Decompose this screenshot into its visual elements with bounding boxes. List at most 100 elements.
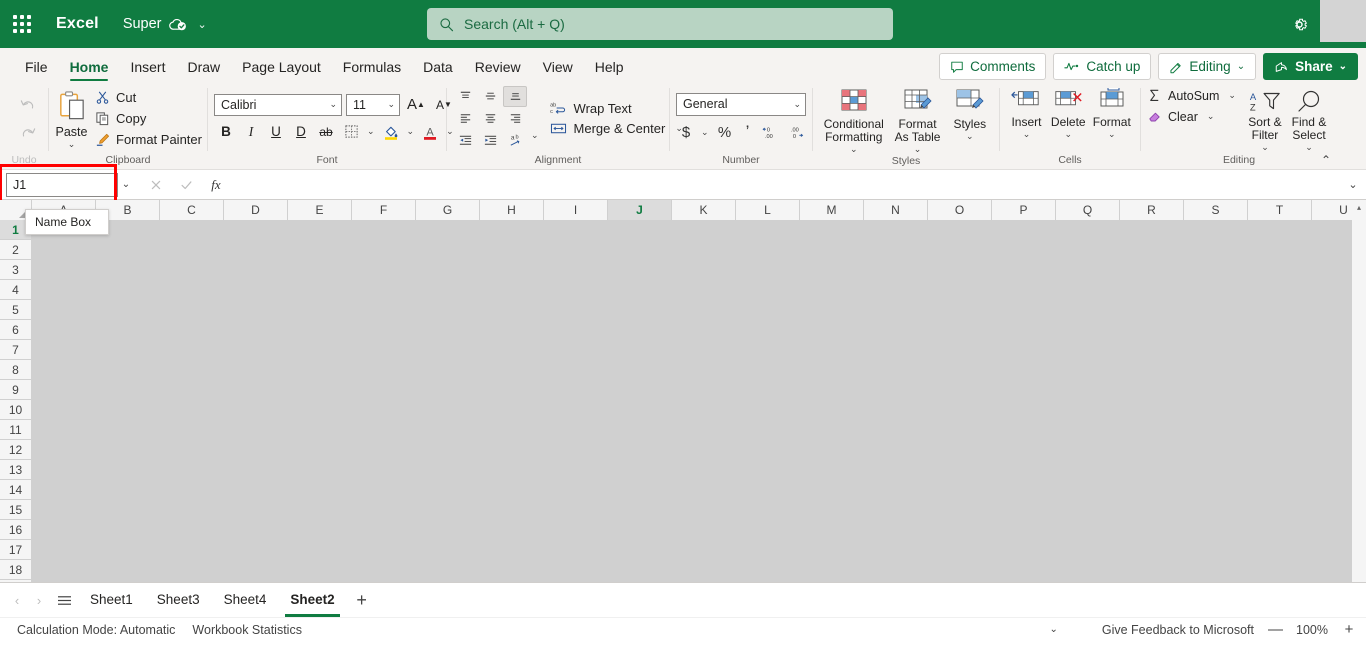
sort-filter-button[interactable]: A Z Sort & Filter ⌄ bbox=[1243, 88, 1287, 153]
ribbon-tab-insert[interactable]: Insert bbox=[119, 52, 176, 82]
column-header-e[interactable]: E bbox=[288, 200, 352, 220]
sheet-tab-sheet3[interactable]: Sheet3 bbox=[145, 584, 212, 617]
column-header-r[interactable]: R bbox=[1120, 200, 1184, 220]
row-header-13[interactable]: 13 bbox=[0, 460, 31, 480]
strikethrough-button[interactable]: ab bbox=[314, 120, 338, 143]
autosum-chevron-down-icon[interactable]: ⌄ bbox=[1225, 90, 1239, 101]
format-cells-button[interactable]: Format ⌄ bbox=[1090, 86, 1134, 140]
column-header-f[interactable]: F bbox=[352, 200, 416, 220]
decrease-decimal-button[interactable]: .00 0 bbox=[786, 121, 810, 144]
editing-mode-button[interactable]: Editing ⌄ bbox=[1158, 53, 1257, 80]
format-painter-button[interactable]: Format Painter bbox=[92, 130, 207, 149]
search-input[interactable] bbox=[464, 16, 881, 32]
sheet-tab-sheet4[interactable]: Sheet4 bbox=[212, 584, 279, 617]
sheet-tab-sheet1[interactable]: Sheet1 bbox=[78, 584, 145, 617]
row-header-14[interactable]: 14 bbox=[0, 480, 31, 500]
name-box-chevron-down-icon[interactable]: ⌄ bbox=[118, 179, 134, 190]
clear-button[interactable]: Clear ⌄ bbox=[1147, 109, 1239, 124]
row-header-8[interactable]: 8 bbox=[0, 360, 31, 380]
row-header-3[interactable]: 3 bbox=[0, 260, 31, 280]
catch-up-button[interactable]: Catch up bbox=[1053, 53, 1152, 80]
align-middle-button[interactable] bbox=[478, 86, 502, 107]
font-size-select[interactable]: 11 ⌄ bbox=[346, 93, 400, 116]
app-name[interactable]: Excel bbox=[56, 15, 99, 33]
sheet-tab-sheet2[interactable]: Sheet2 bbox=[278, 584, 346, 617]
column-header-g[interactable]: G bbox=[416, 200, 480, 220]
orientation-button[interactable]: a b bbox=[503, 130, 527, 151]
column-header-d[interactable]: D bbox=[224, 200, 288, 220]
collapse-ribbon-button[interactable]: ⌃ bbox=[1321, 153, 1331, 167]
find-select-button[interactable]: Find & Select ⌄ bbox=[1287, 88, 1331, 153]
font-color-button[interactable]: A bbox=[418, 120, 442, 143]
merge-center-button[interactable]: Merge & Center ⌄ bbox=[550, 121, 686, 136]
delete-cells-button[interactable]: Delete ⌄ bbox=[1047, 86, 1090, 140]
paste-button[interactable]: Paste ⌄ bbox=[55, 88, 88, 149]
italic-button[interactable]: I bbox=[239, 120, 263, 143]
column-header-q[interactable]: Q bbox=[1056, 200, 1120, 220]
grid-cells-area[interactable] bbox=[32, 220, 1366, 582]
zoom-out-button[interactable]: — bbox=[1268, 621, 1283, 638]
scroll-up-button[interactable]: ▴ bbox=[1352, 200, 1366, 214]
row-header-17[interactable]: 17 bbox=[0, 540, 31, 560]
app-launcher-button[interactable] bbox=[0, 0, 44, 48]
column-header-n[interactable]: N bbox=[864, 200, 928, 220]
comma-style-button[interactable]: ’ bbox=[738, 121, 758, 144]
previous-sheet-button[interactable]: ‹ bbox=[6, 593, 28, 608]
wrap-text-button[interactable]: ab c Wrap Text bbox=[550, 101, 686, 116]
zoom-level-label[interactable]: 100% bbox=[1296, 623, 1328, 637]
row-header-16[interactable]: 16 bbox=[0, 520, 31, 540]
align-left-button[interactable] bbox=[453, 108, 477, 129]
settings-button[interactable] bbox=[1278, 0, 1320, 48]
borders-chevron-down-icon[interactable]: ⌄ bbox=[364, 126, 378, 137]
fill-color-button[interactable] bbox=[379, 120, 403, 143]
vertical-scrollbar[interactable]: ▴ bbox=[1352, 200, 1366, 582]
add-sheet-button[interactable]: + bbox=[347, 590, 377, 610]
ribbon-tab-data[interactable]: Data bbox=[412, 52, 464, 82]
redo-button[interactable] bbox=[14, 119, 42, 145]
row-header-6[interactable]: 6 bbox=[0, 320, 31, 340]
ribbon-tab-home[interactable]: Home bbox=[59, 52, 120, 82]
align-bottom-button[interactable] bbox=[503, 85, 527, 107]
ribbon-tab-review[interactable]: Review bbox=[464, 52, 532, 82]
search-box[interactable] bbox=[427, 8, 893, 40]
document-menu-chevron-down-icon[interactable]: ⌄ bbox=[198, 18, 207, 31]
clear-chevron-down-icon[interactable]: ⌄ bbox=[1204, 111, 1218, 122]
fill-color-chevron-down-icon[interactable]: ⌄ bbox=[404, 126, 418, 137]
borders-button[interactable] bbox=[339, 120, 363, 143]
decrease-indent-button[interactable] bbox=[453, 130, 477, 151]
row-header-2[interactable]: 2 bbox=[0, 240, 31, 260]
row-header-4[interactable]: 4 bbox=[0, 280, 31, 300]
cell-styles-button[interactable]: Styles ⌄ bbox=[947, 86, 993, 142]
feedback-button[interactable]: Give Feedback to Microsoft bbox=[1102, 623, 1254, 637]
row-header-10[interactable]: 10 bbox=[0, 400, 31, 420]
align-top-button[interactable] bbox=[453, 86, 477, 107]
cut-button[interactable]: Cut bbox=[92, 88, 207, 107]
autosum-button[interactable]: AutoSum ⌄ bbox=[1147, 88, 1239, 103]
underline-button[interactable]: U bbox=[264, 120, 288, 143]
column-header-c[interactable]: C bbox=[160, 200, 224, 220]
row-header-11[interactable]: 11 bbox=[0, 420, 31, 440]
row-header-12[interactable]: 12 bbox=[0, 440, 31, 460]
next-sheet-button[interactable]: › bbox=[28, 593, 50, 608]
column-header-h[interactable]: H bbox=[480, 200, 544, 220]
insert-cells-button[interactable]: Insert ⌄ bbox=[1006, 86, 1047, 140]
row-header-5[interactable]: 5 bbox=[0, 300, 31, 320]
ribbon-tab-page-layout[interactable]: Page Layout bbox=[231, 52, 332, 82]
number-format-select[interactable]: General ⌄ bbox=[676, 92, 806, 116]
all-sheets-button[interactable] bbox=[50, 594, 78, 607]
ribbon-tab-view[interactable]: View bbox=[532, 52, 584, 82]
conditional-formatting-button[interactable]: Conditional Formatting ⌄ bbox=[819, 86, 889, 155]
copy-button[interactable]: Copy bbox=[92, 109, 207, 128]
bold-button[interactable]: B bbox=[214, 120, 238, 143]
ribbon-tab-help[interactable]: Help bbox=[584, 52, 635, 82]
increase-indent-button[interactable] bbox=[478, 130, 502, 151]
orientation-chevron-down-icon[interactable]: ⌄ bbox=[528, 130, 542, 151]
column-header-l[interactable]: L bbox=[736, 200, 800, 220]
formula-input[interactable] bbox=[238, 172, 1340, 197]
share-button[interactable]: Share ⌄ bbox=[1263, 53, 1358, 80]
currency-format-button[interactable]: $ bbox=[676, 121, 696, 144]
increase-font-size-button[interactable]: A ▲ bbox=[404, 93, 428, 116]
comments-button[interactable]: Comments bbox=[939, 53, 1047, 80]
ribbon-tab-formulas[interactable]: Formulas bbox=[332, 52, 412, 82]
column-header-t[interactable]: T bbox=[1248, 200, 1312, 220]
